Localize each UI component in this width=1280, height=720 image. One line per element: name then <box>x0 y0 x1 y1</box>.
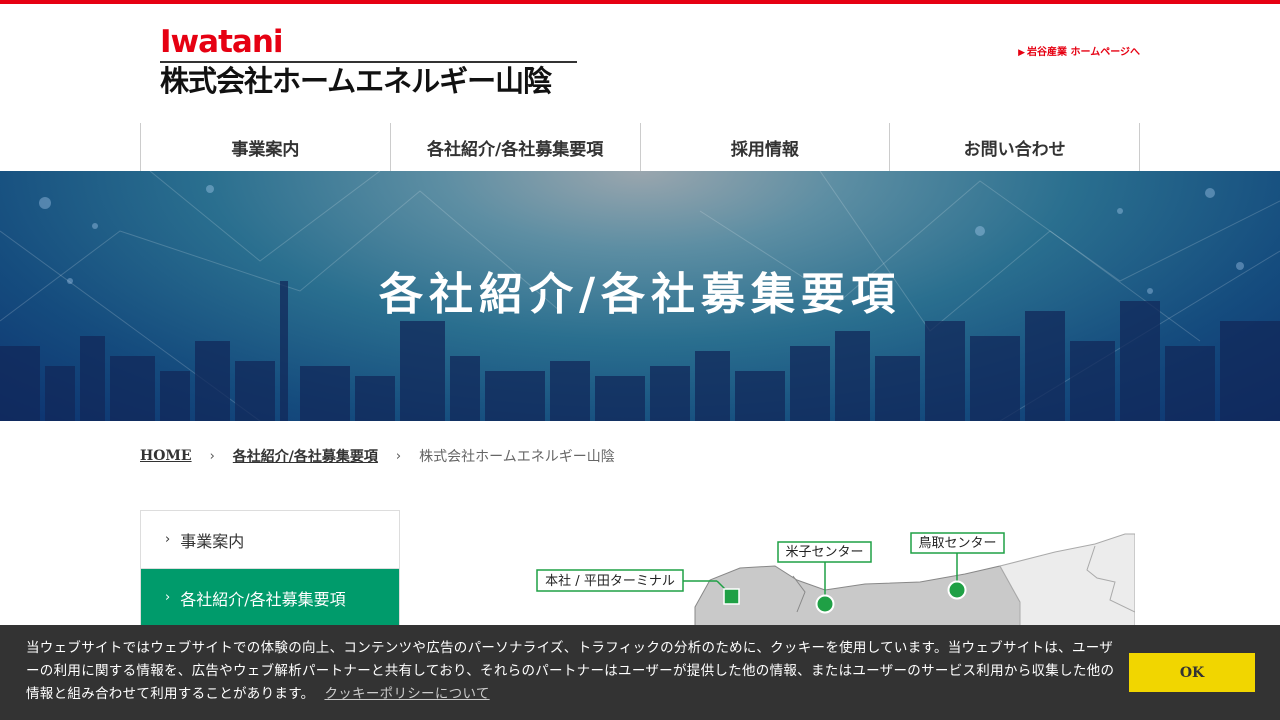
breadcrumb: HOME › 各社紹介/各社募集要項 › 株式会社ホームエネルギー山陰 <box>140 444 615 468</box>
breadcrumb-parent[interactable]: 各社紹介/各社募集要項 <box>233 446 378 466</box>
chevron-right-icon: › <box>165 532 171 547</box>
brand-wordmark: Iwatani <box>160 24 284 60</box>
side-nav: › 事業案内 › 各社紹介/各社募集要項 <box>140 510 400 628</box>
cookie-policy-link[interactable]: クッキーポリシーについて <box>324 686 489 702</box>
cookie-message: 当ウェブサイトではウェブサイトでの体験の向上、コンテンツや広告のパーソナライズ、… <box>26 640 1115 702</box>
nav-item-companies[interactable]: 各社紹介/各社募集要項 <box>389 123 640 171</box>
breadcrumb-home[interactable]: HOME <box>140 448 192 464</box>
marker-honsha[interactable] <box>723 588 740 605</box>
map-label-honsha: 本社 / 平田ターミナル <box>545 573 675 589</box>
marker-tottori[interactable] <box>947 580 967 600</box>
breadcrumb-current: 株式会社ホームエネルギー山陰 <box>419 449 615 465</box>
cookie-accept-button[interactable]: OK <box>1129 653 1255 692</box>
map-region-shimane-tottori <box>694 565 1021 627</box>
global-nav: 事業案内 各社紹介/各社募集要項 採用情報 お問い合わせ <box>140 123 1140 171</box>
marker-yonago[interactable] <box>815 594 835 614</box>
chevron-right-icon: › <box>209 448 215 464</box>
map-region-neighbor <box>999 533 1135 627</box>
nav-item-recruit[interactable]: 採用情報 <box>639 123 890 171</box>
map-label-tottori: 鳥取センター <box>918 536 996 551</box>
site-logo[interactable]: Iwatani 株式会社ホームエネルギー山陰 <box>160 26 580 100</box>
cookie-banner: 当ウェブサイトではウェブサイトでの体験の向上、コンテンツや広告のパーソナライズ、… <box>0 625 1280 720</box>
map-label-yonago: 米子センター <box>785 545 863 560</box>
company-name: 株式会社ホームエネルギー山陰 <box>160 64 552 98</box>
play-triangle-icon: ▶ <box>1018 48 1026 58</box>
sidenav-item-business[interactable]: › 事業案内 <box>141 511 399 569</box>
chevron-right-icon: › <box>395 448 402 464</box>
logo-divider <box>160 61 577 63</box>
chevron-right-icon: › <box>165 590 171 605</box>
sidenav-item-companies[interactable]: › 各社紹介/各社募集要項 <box>141 569 399 627</box>
location-map: 本社 / 平田ターミナル 米子センター 鳥取センター <box>536 532 1135 627</box>
corporate-homepage-link[interactable]: ▶ 岩谷産業 ホームページへ <box>1018 43 1140 58</box>
nav-item-business[interactable]: 事業案内 <box>140 123 390 171</box>
top-accent-bar <box>0 0 1280 4</box>
hero-banner: 各社紹介/各社募集要項 <box>0 171 1280 421</box>
nav-item-contact[interactable]: お問い合わせ <box>889 123 1140 171</box>
page-title: 各社紹介/各社募集要項 <box>378 269 902 320</box>
